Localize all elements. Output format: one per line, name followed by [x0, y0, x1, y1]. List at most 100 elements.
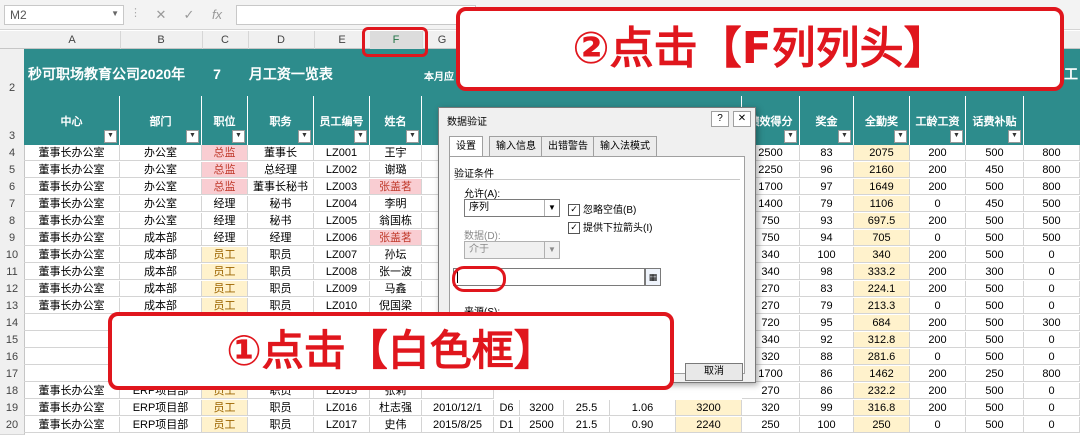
table-cell[interactable]: 0 [1024, 400, 1080, 416]
table-cell[interactable]: 1649 [854, 179, 910, 195]
dropdown-arrow-checkbox[interactable]: ✓ 提供下拉箭头(I) [568, 219, 652, 235]
confirm-icon[interactable]: ✓ [180, 6, 198, 24]
table-cell[interactable]: 250 [854, 417, 910, 433]
row-header[interactable]: 16 [0, 349, 25, 367]
table-cell[interactable]: 董事长办公室 [24, 179, 120, 195]
row-header[interactable]: 18 [0, 383, 25, 401]
table-cell[interactable]: 333.2 [854, 264, 910, 280]
table-cell[interactable]: 董事长办公室 [24, 417, 120, 433]
filter-dropdown-icon[interactable]: ▼ [298, 130, 311, 143]
table-cell[interactable]: 总监 [202, 145, 248, 161]
table-cell[interactable]: 董事长办公室 [24, 230, 120, 246]
table-cell[interactable]: 200 [910, 179, 966, 195]
table-cell[interactable]: 职员 [248, 281, 314, 297]
table-cell[interactable]: 300 [1024, 315, 1080, 331]
table-cell[interactable]: 1.06 [610, 400, 676, 416]
table-cell[interactable]: 705 [854, 230, 910, 246]
tab-input-message[interactable]: 输入信息 [489, 136, 543, 158]
table-cell[interactable]: 300 [966, 264, 1024, 280]
table-cell[interactable]: 316.8 [854, 400, 910, 416]
table-cell[interactable]: 办公室 [120, 196, 202, 212]
row-header[interactable]: 14 [0, 315, 25, 333]
fx-icon[interactable]: fx [208, 6, 226, 24]
table-cell[interactable]: 总监 [202, 162, 248, 178]
table-cell[interactable]: 总监 [202, 179, 248, 195]
table-cell[interactable]: 97 [800, 179, 854, 195]
row-header[interactable]: 6 [0, 179, 25, 197]
column-header-b[interactable]: B [120, 31, 203, 49]
table-cell[interactable]: LZ003 [314, 179, 370, 195]
table-cell[interactable]: 职员 [248, 264, 314, 280]
row-header[interactable]: 19 [0, 400, 25, 418]
table-cell[interactable]: 88 [800, 349, 854, 365]
table-cell[interactable]: 职员 [248, 247, 314, 263]
table-cell[interactable]: 0 [910, 417, 966, 433]
table-cell[interactable]: 0 [1024, 298, 1080, 314]
row-header[interactable]: 8 [0, 213, 25, 231]
table-cell[interactable]: 200 [910, 366, 966, 382]
filter-dropdown-icon[interactable]: ▼ [232, 130, 245, 143]
table-cell[interactable]: 2500 [520, 417, 564, 433]
table-cell[interactable]: 董事长办公室 [24, 264, 120, 280]
table-cell[interactable]: 25.5 [564, 400, 610, 416]
table-cell[interactable]: 800 [1024, 179, 1080, 195]
table-cell[interactable]: 200 [910, 264, 966, 280]
table-cell[interactable]: 83 [800, 281, 854, 297]
table-cell[interactable]: 秘书 [248, 213, 314, 229]
table-cell[interactable]: 0.90 [610, 417, 676, 433]
table-cell[interactable]: 83 [800, 145, 854, 161]
table-cell[interactable]: 95 [800, 315, 854, 331]
table-cell[interactable]: 王宇 [370, 145, 422, 161]
table-cell[interactable]: 500 [966, 400, 1024, 416]
row-header[interactable]: 11 [0, 264, 25, 282]
table-cell[interactable]: 250 [742, 417, 800, 433]
table-cell[interactable]: 张一波 [370, 264, 422, 280]
table-cell[interactable]: 史伟 [370, 417, 422, 433]
table-cell[interactable]: 93 [800, 213, 854, 229]
table-cell[interactable]: 员工 [202, 417, 248, 433]
table-cell[interactable]: 500 [966, 145, 1024, 161]
table-cell[interactable]: 马鑫 [370, 281, 422, 297]
table-cell[interactable]: 董事长办公室 [24, 196, 120, 212]
row-header[interactable]: 10 [0, 247, 25, 265]
table-cell[interactable]: 董事长办公室 [24, 298, 120, 314]
table-cell[interactable]: 员工 [202, 264, 248, 280]
table-cell[interactable]: 总经理 [248, 162, 314, 178]
table-cell[interactable] [24, 349, 120, 365]
row-header[interactable]: 17 [0, 366, 25, 384]
table-cell[interactable]: 张盖茗 [370, 179, 422, 195]
table-cell[interactable]: LZ006 [314, 230, 370, 246]
table-cell[interactable]: 200 [910, 145, 966, 161]
table-cell[interactable]: 232.2 [854, 383, 910, 399]
table-cell[interactable]: 500 [966, 281, 1024, 297]
table-cell[interactable]: 董事长办公室 [24, 247, 120, 263]
table-cell[interactable]: 成本部 [120, 230, 202, 246]
table-cell[interactable]: 办公室 [120, 145, 202, 161]
chevron-down-icon[interactable]: ▼ [111, 9, 119, 18]
row-header[interactable]: 9 [0, 230, 25, 248]
filter-dropdown-icon[interactable]: ▼ [104, 130, 117, 143]
formula-input[interactable] [236, 5, 476, 25]
table-cell[interactable]: 经理 [248, 230, 314, 246]
table-cell[interactable]: LZ008 [314, 264, 370, 280]
table-cell[interactable]: 孙坛 [370, 247, 422, 263]
column-header-d[interactable]: D [248, 31, 315, 49]
table-cell[interactable]: 成本部 [120, 264, 202, 280]
table-cell[interactable]: 99 [800, 400, 854, 416]
table-cell[interactable]: 800 [1024, 366, 1080, 382]
table-cell[interactable]: LZ005 [314, 213, 370, 229]
table-cell[interactable]: 办公室 [120, 213, 202, 229]
table-cell[interactable]: 200 [910, 162, 966, 178]
table-cell[interactable]: 0 [1024, 281, 1080, 297]
table-cell[interactable]: 董事长办公室 [24, 213, 120, 229]
table-cell[interactable] [24, 332, 120, 348]
table-cell[interactable]: 500 [966, 213, 1024, 229]
table-cell[interactable]: 2075 [854, 145, 910, 161]
table-cell[interactable]: 79 [800, 298, 854, 314]
tab-error-alert[interactable]: 出错警告 [541, 136, 595, 158]
column-header-a[interactable]: A [24, 31, 121, 49]
table-cell[interactable]: 谢璐 [370, 162, 422, 178]
table-cell[interactable]: ERP项目部 [120, 417, 202, 433]
table-cell[interactable]: 100 [800, 247, 854, 263]
table-cell[interactable]: 86 [800, 383, 854, 399]
